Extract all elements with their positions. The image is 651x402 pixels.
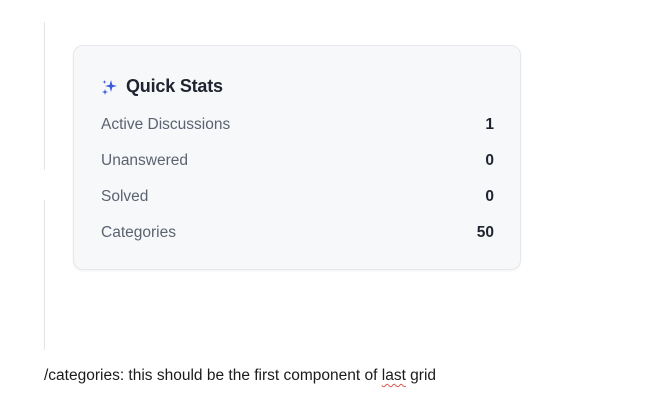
note-flagged-word: last (381, 367, 406, 384)
stat-row-unanswered: Unanswered 0 (101, 151, 494, 171)
stat-value: 0 (485, 188, 494, 205)
stat-label: Solved (101, 188, 149, 205)
stat-value: 1 (485, 116, 494, 133)
quick-stats-title: Quick Stats (126, 76, 223, 96)
quick-stats-card: Quick Stats Active Discussions 1 Unanswe… (73, 45, 521, 270)
stat-label: Active Discussions (101, 116, 231, 133)
sparkle-icon (101, 78, 119, 96)
note-text-before: /categories: this should be the first co… (44, 367, 382, 384)
stat-value: 0 (485, 152, 494, 169)
stat-label: Categories (101, 224, 176, 241)
stat-row-categories: Categories 50 (101, 223, 494, 243)
quick-stats-header: Quick Stats (101, 76, 223, 97)
annotation-note: /categories: this should be the first co… (44, 367, 436, 385)
left-divider-bottom (44, 200, 45, 350)
stat-row-active-discussions: Active Discussions 1 (101, 115, 494, 135)
stat-value: 50 (476, 224, 494, 241)
left-divider-top (44, 22, 45, 170)
note-text-after: grid (405, 367, 437, 384)
stat-row-solved: Solved 0 (101, 187, 494, 207)
stat-label: Unanswered (101, 152, 189, 169)
